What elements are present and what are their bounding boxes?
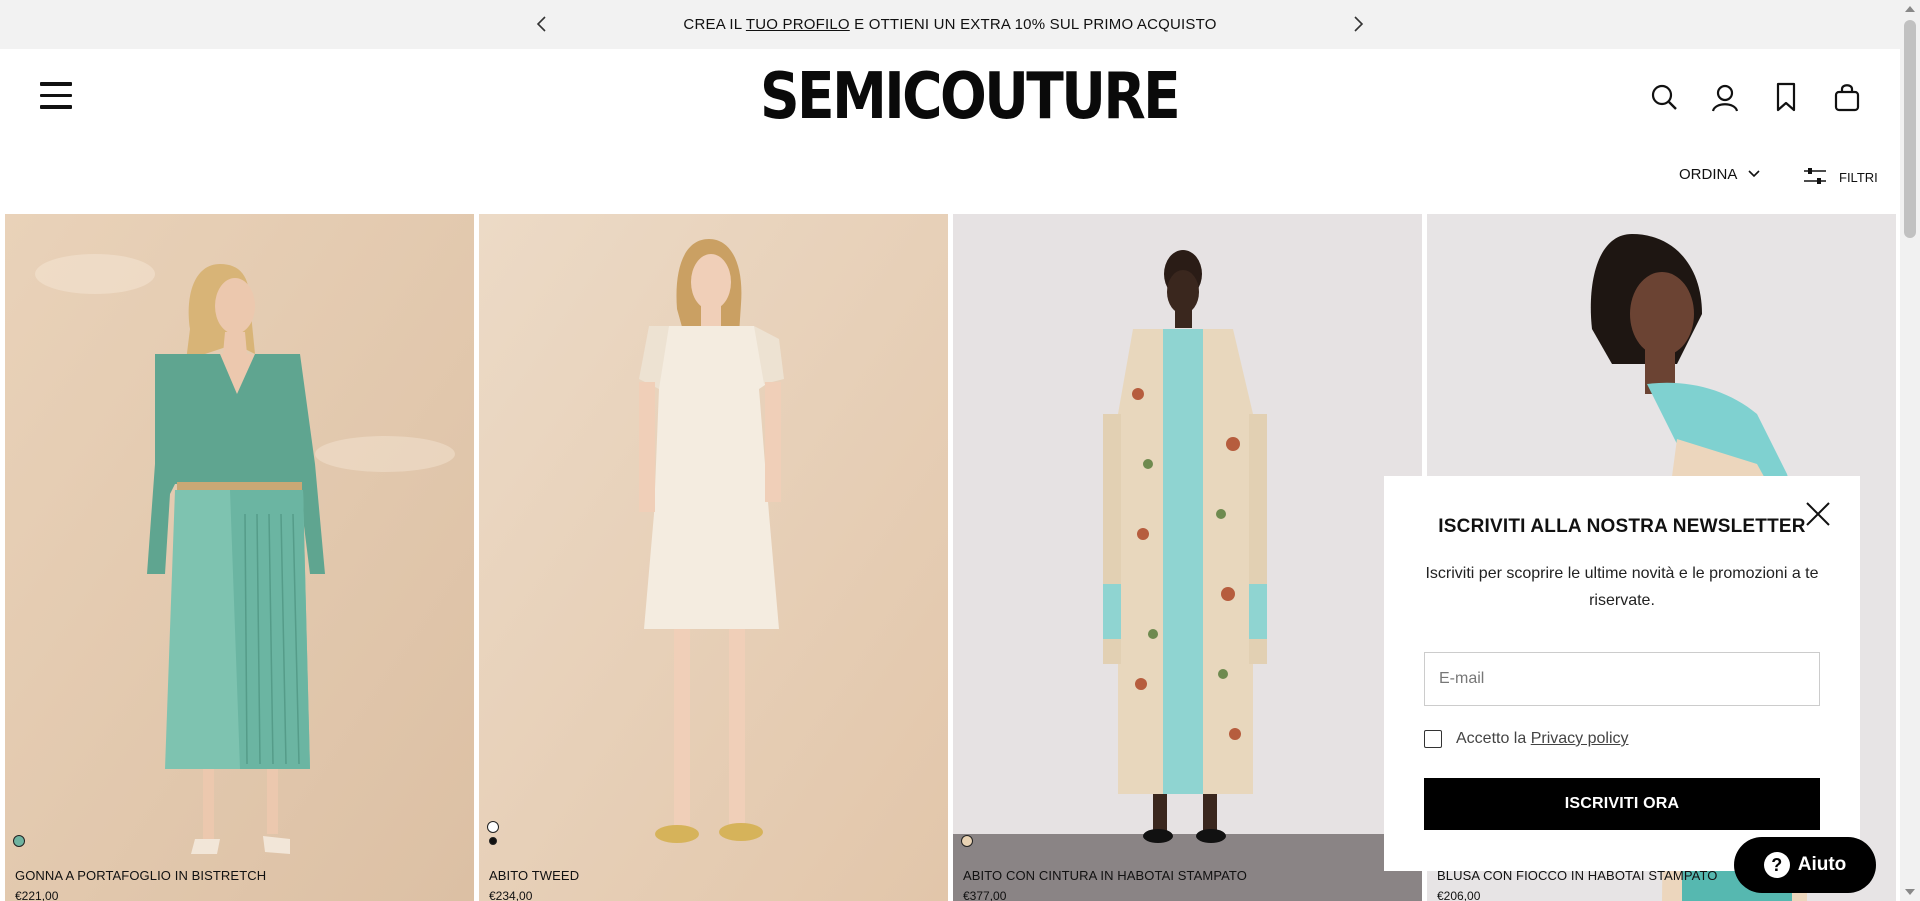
help-button[interactable]: ? Aiuto (1734, 837, 1876, 893)
product-card[interactable]: ABITO TWEED €234,00 (479, 214, 948, 901)
promo-text-after: E OTTIENI UN EXTRA 10% SUL PRIMO ACQUIST… (849, 16, 1217, 33)
color-swatch[interactable] (961, 835, 973, 847)
chevron-left-icon[interactable] (530, 12, 554, 36)
consent-text: Accetto la (1456, 730, 1531, 747)
privacy-consent: Accetto la Privacy policy (1424, 730, 1629, 748)
color-swatch[interactable] (489, 837, 497, 845)
bookmark-icon[interactable] (1770, 81, 1802, 113)
sort-label: ORDINA (1679, 166, 1738, 183)
shopping-bag-icon[interactable] (1831, 81, 1863, 113)
privacy-policy-link[interactable]: Privacy policy (1531, 730, 1629, 747)
page-scrollbar[interactable] (1900, 0, 1920, 901)
help-label: Aiuto (1797, 854, 1847, 875)
color-swatch[interactable] (487, 821, 499, 833)
product-image (953, 214, 1422, 901)
profile-link[interactable]: TUO PROFILO (746, 16, 850, 33)
product-name: ABITO CON CINTURA IN HABOTAI STAMPATO (963, 868, 1247, 883)
scroll-thumb[interactable] (1904, 20, 1916, 238)
search-icon[interactable] (1648, 81, 1680, 113)
newsletter-description: Iscriviti per scoprire le ultime novità … (1425, 565, 1819, 609)
help-icon: ? (1763, 852, 1790, 878)
promo-text: CREA IL TUO PROFILO E OTTIENI UN EXTRA 1… (683, 16, 1216, 33)
scroll-down-icon[interactable] (1905, 889, 1915, 895)
privacy-checkbox[interactable] (1424, 730, 1442, 748)
sort-dropdown[interactable]: ORDINA (1679, 166, 1761, 183)
color-swatch[interactable] (13, 835, 25, 847)
product-image (479, 214, 948, 901)
account-icon[interactable] (1709, 81, 1741, 113)
newsletter-popup: ISCRIVITI ALLA NOSTRA NEWSLETTER Iscrivi… (1384, 476, 1860, 871)
hamburger-menu-icon[interactable] (40, 82, 74, 110)
promo-bar: CREA IL TUO PROFILO E OTTIENI UN EXTRA 1… (0, 0, 1900, 49)
product-price: €221,00 (15, 889, 59, 901)
email-field[interactable] (1424, 652, 1820, 706)
chevron-down-icon (1747, 166, 1761, 183)
product-card[interactable]: GONNA A PORTAFOGLIO IN BISTRETCH €221,00 (5, 214, 474, 901)
subscribe-button[interactable]: ISCRIVITI ORA (1424, 778, 1820, 830)
product-name: GONNA A PORTAFOGLIO IN BISTRETCH (15, 868, 267, 883)
filters-label: FILTRI (1839, 170, 1878, 185)
product-card[interactable]: ABITO CON CINTURA IN HABOTAI STAMPATO €3… (953, 214, 1422, 901)
newsletter-title: ISCRIVITI ALLA NOSTRA NEWSLETTER (1438, 516, 1806, 537)
product-name: ABITO TWEED (489, 868, 580, 883)
product-price: €234,00 (489, 889, 533, 901)
chevron-right-icon[interactable] (1346, 12, 1370, 36)
sliders-icon (1803, 166, 1827, 189)
product-price: €206,00 (1437, 889, 1481, 901)
product-price: €377,00 (963, 889, 1007, 901)
promo-text-before: CREA IL (683, 16, 746, 33)
scroll-up-icon[interactable] (1905, 6, 1915, 12)
site-header: SEMICOUTURE (0, 49, 1900, 145)
filters-button[interactable]: FILTRI (1803, 166, 1878, 189)
site-logo[interactable]: SEMICOUTURE (760, 65, 1181, 129)
product-image (5, 214, 474, 901)
